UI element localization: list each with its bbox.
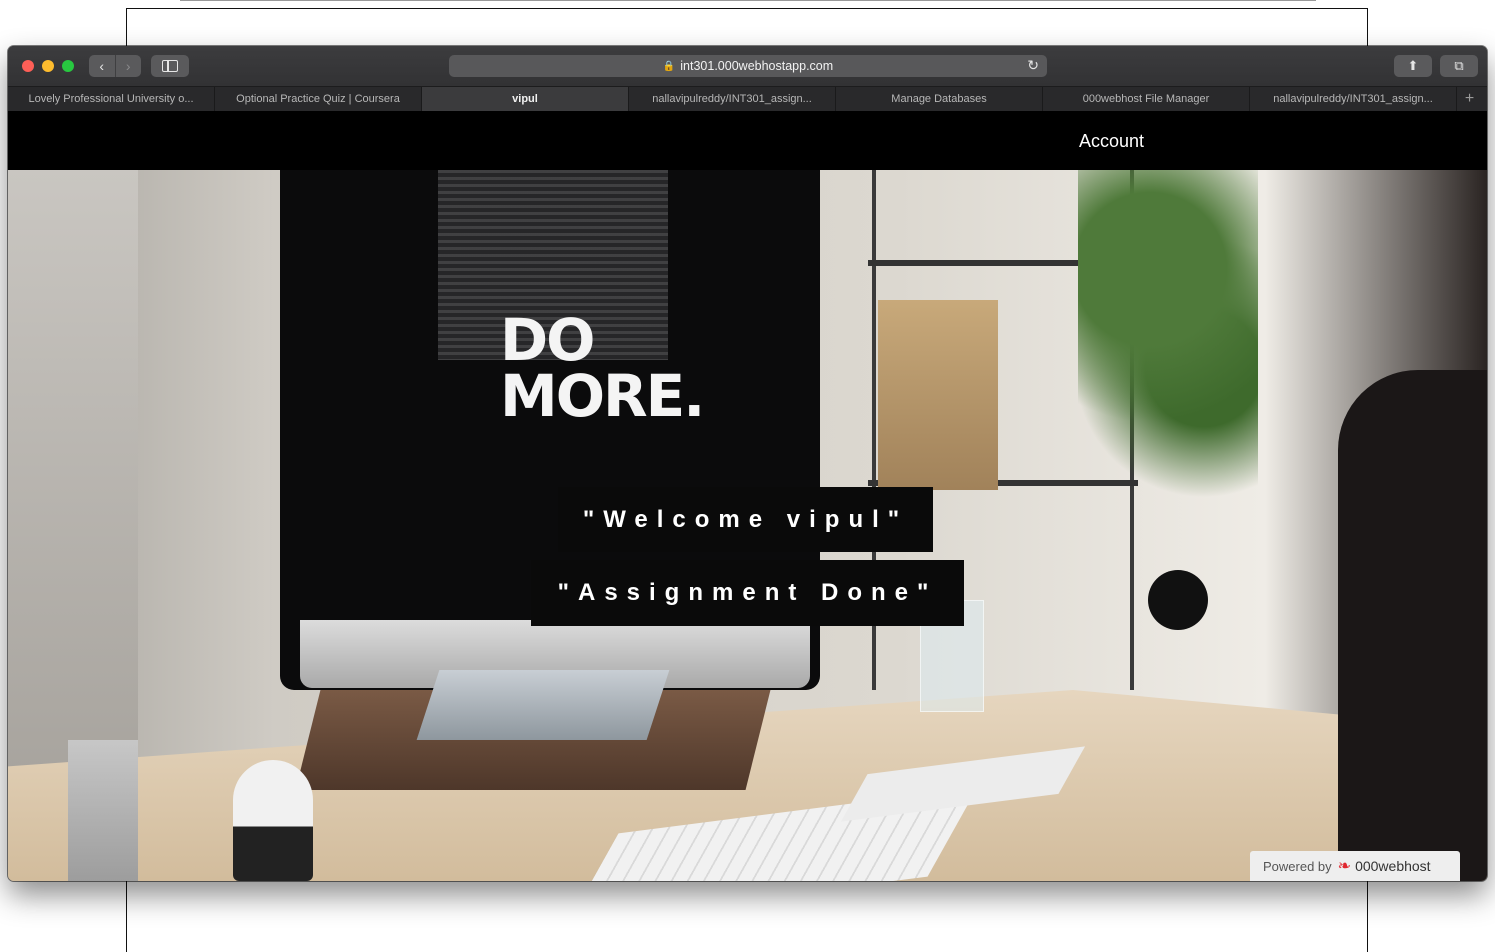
tab-overview-button[interactable]: ⧉ [1440,55,1478,77]
chevron-left-icon: ‹ [99,58,105,74]
tab-github-2[interactable]: nallavipulreddy/INT301_assign... [1250,87,1457,111]
poster-line-1: DO [500,306,595,374]
scene-monitor-stand [416,670,670,740]
minimize-window-button[interactable] [42,60,54,72]
000webhost-logo-icon: ❧ [1337,858,1352,875]
tab-label: Manage Databases [891,93,987,105]
site-navbar: Account [8,111,1487,170]
powered-by-brand: 000webhost [1355,858,1431,874]
browser-toolbar: ‹ › 🔒 int301.000webhostapp.com ↻ ⬆ ⧉ [8,46,1487,86]
tab-vipul[interactable]: vipul [422,87,629,111]
address-bar[interactable]: 🔒 int301.000webhostapp.com ↻ [449,55,1047,77]
tab-label: nallavipulreddy/INT301_assign... [1273,93,1433,105]
tabs-overview-icon: ⧉ [1454,58,1464,73]
tab-coursera[interactable]: Optional Practice Quiz | Coursera [215,87,422,111]
tab-label: Lovely Professional University o... [28,93,194,105]
browser-window: ‹ › 🔒 int301.000webhostapp.com ↻ ⬆ ⧉ Lov… [8,46,1487,881]
hero-background-image: DO MORE. "Welcome vipul" "Assignment Don… [8,170,1487,881]
sidebar-toggle-button[interactable] [151,55,189,77]
lock-icon: 🔒 [662,60,676,72]
new-tab-button[interactable]: + [1457,87,1482,111]
tab-manage-databases[interactable]: Manage Databases [836,87,1043,111]
tab-label: nallavipulreddy/INT301_assign... [652,93,812,105]
forward-button[interactable]: › [114,55,142,77]
sidebar-icon [162,60,178,72]
tab-label: Optional Practice Quiz | Coursera [236,93,400,105]
monitor-poster-text: DO MORE. [500,306,705,430]
background-line [180,0,1316,1]
zoom-window-button[interactable] [62,60,74,72]
scene-pencil-cup [68,740,138,881]
powered-by-badge[interactable]: Powered by ❧ 000webhost [1250,851,1460,881]
close-window-button[interactable] [22,60,34,72]
scene-box [878,300,998,490]
share-button[interactable]: ⬆ [1394,55,1432,77]
tab-label: 000webhost File Manager [1082,93,1210,105]
scene-plant [1078,170,1258,500]
plus-icon: + [1464,90,1475,107]
scene-vase [233,760,313,881]
account-link[interactable]: Account [1079,131,1144,152]
welcome-message: "Welcome vipul" [558,487,933,552]
url-text: int301.000webhostapp.com [680,59,834,73]
tab-lpu[interactable]: Lovely Professional University o... [8,87,215,111]
assignment-message: "Assignment Done" [531,560,964,626]
share-icon: ⬆ [1407,58,1419,73]
poster-line-2: MORE. [500,362,705,430]
tab-github-1[interactable]: nallavipulreddy/INT301_assign... [629,87,836,111]
chevron-right-icon: › [125,58,131,74]
background-frame-top [126,8,1368,9]
navigation-buttons: ‹ › [89,55,141,77]
tab-file-manager[interactable]: 000webhost File Manager [1043,87,1250,111]
tab-label: vipul [512,93,538,105]
reload-icon[interactable]: ↻ [1027,57,1039,74]
powered-by-label: Powered by [1263,858,1332,874]
scene-headphones [1148,570,1208,630]
scene-chair [1338,370,1487,881]
back-button[interactable]: ‹ [89,55,115,77]
tab-bar: Lovely Professional University o... Opti… [8,86,1487,112]
